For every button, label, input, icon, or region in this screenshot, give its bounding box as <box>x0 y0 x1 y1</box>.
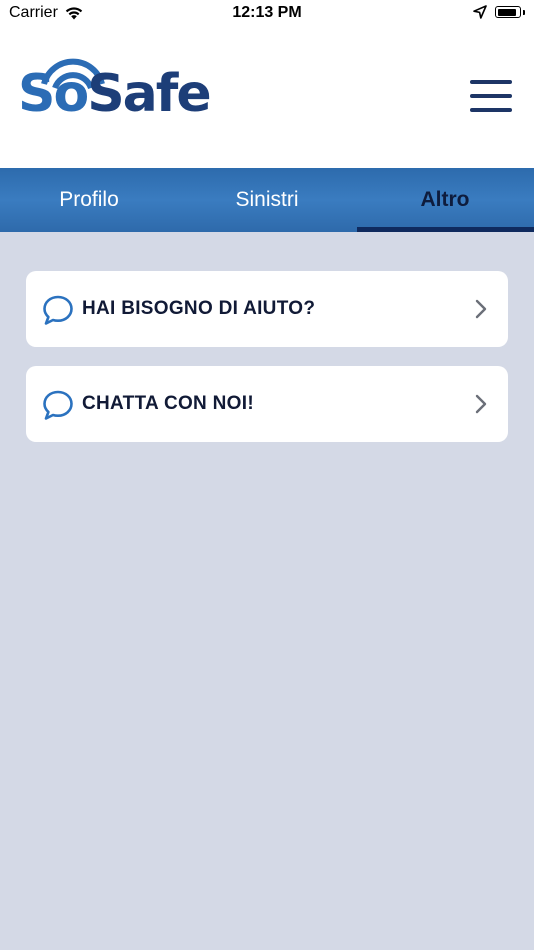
hamburger-icon-bar <box>470 94 512 98</box>
help-card[interactable]: HAI BISOGNO DI AIUTO? <box>26 271 508 347</box>
chat-label: CHATTA CON NOI! <box>82 393 254 414</box>
chat-bubble-icon <box>43 295 73 325</box>
status-indicators <box>473 5 525 19</box>
tab-profilo[interactable]: Profilo <box>0 168 178 232</box>
tab-sinistri[interactable]: Sinistri <box>178 168 356 232</box>
help-label: HAI BISOGNO DI AIUTO? <box>82 298 316 319</box>
battery-cap <box>523 9 525 15</box>
logo-wordmark: SoSafe <box>18 68 212 120</box>
status-time: 12:13 PM <box>232 4 302 21</box>
chat-card[interactable]: CHATTA CON NOI! <box>26 366 508 442</box>
tab-altro[interactable]: Altro <box>356 168 534 232</box>
hamburger-icon <box>470 80 512 84</box>
chevron-right-icon <box>475 299 487 319</box>
logo-text-so: So <box>18 64 89 124</box>
hamburger-menu-button[interactable] <box>470 80 512 114</box>
sosafe-logo: SoSafe <box>18 54 218 130</box>
hamburger-icon-bar <box>470 108 512 112</box>
main-content: HAI BISOGNO DI AIUTO? CHATTA CON NOI! <box>0 232 534 950</box>
status-bar: Carrier 12:13 PM <box>0 0 534 28</box>
chat-bubble-icon <box>43 390 73 420</box>
tab-bar: Profilo Sinistri Altro <box>0 168 534 232</box>
battery-level <box>497 8 516 16</box>
chevron-right-icon <box>475 394 487 414</box>
app-header: SoSafe <box>0 28 534 168</box>
logo-text-safe: Safe <box>87 64 211 124</box>
battery-icon <box>495 6 521 18</box>
location-arrow-icon <box>473 5 487 19</box>
